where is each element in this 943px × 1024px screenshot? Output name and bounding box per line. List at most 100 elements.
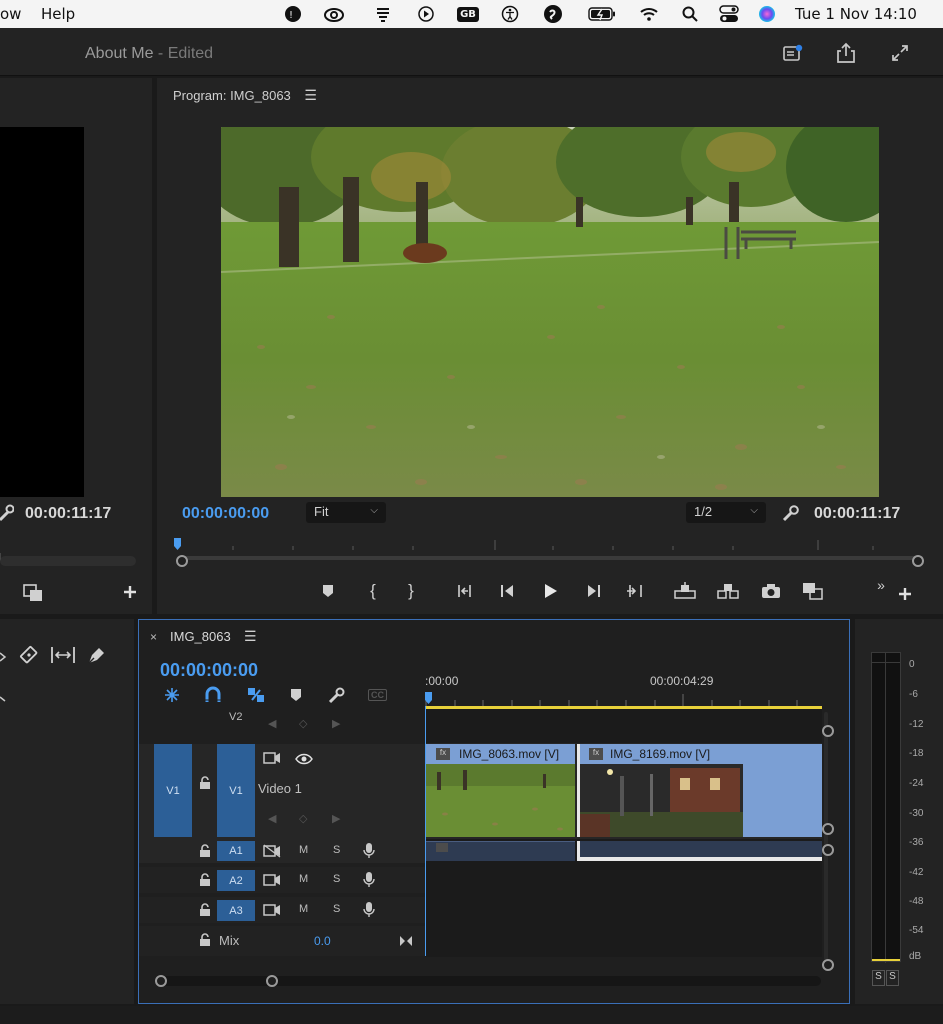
go-to-out-icon[interactable] (621, 578, 647, 604)
program-playhead-timecode[interactable]: 00:00:00:00 (182, 505, 269, 523)
more-controls-icon[interactable]: » (868, 572, 894, 598)
voiceover-mic-icon[interactable] (363, 842, 375, 864)
track-lock-icon[interactable] (199, 903, 211, 922)
playback-resolution-select[interactable]: 1/2 ⌵ (686, 502, 766, 523)
export-frame-icon[interactable] (22, 583, 44, 608)
track-lock-icon[interactable] (199, 933, 211, 952)
meter-solo-left[interactable]: S (872, 970, 885, 986)
program-ruler[interactable] (173, 536, 925, 556)
panel-menu-icon[interactable]: ☰ (244, 628, 257, 645)
comparison-view-icon[interactable] (800, 578, 826, 604)
hand-icon[interactable] (372, 4, 394, 24)
mix-volume-value[interactable]: 0.0 (314, 934, 331, 948)
program-settings-wrench-icon[interactable] (781, 503, 801, 528)
track-target-v1[interactable]: V1 (217, 744, 255, 837)
source-patch-v1[interactable]: V1 (154, 744, 192, 837)
play-icon[interactable] (415, 4, 437, 24)
sync-lock-icon[interactable] (263, 751, 281, 770)
program-zoom-handle-right[interactable] (912, 555, 924, 567)
audio-clip-2[interactable] (577, 841, 822, 861)
accessibility-icon[interactable] (499, 4, 521, 24)
source-settings-wrench-icon[interactable] (0, 504, 15, 527)
siri-icon[interactable] (756, 4, 778, 24)
notifications-icon[interactable] (780, 40, 806, 66)
export-frame-camera-icon[interactable] (758, 578, 784, 604)
source-scroll-bar[interactable] (0, 556, 136, 566)
step-back-icon[interactable] (495, 578, 521, 604)
source-add-button-icon[interactable] (122, 584, 138, 605)
track-lock-icon[interactable] (199, 873, 211, 892)
keyframe-next-icon[interactable]: ▶ (332, 812, 340, 825)
timeline-timecode[interactable]: 00:00:00:00 (160, 660, 258, 681)
solo-button[interactable]: S (333, 903, 340, 915)
bandwidth-icon[interactable]: ! (282, 4, 304, 24)
add-marker-icon[interactable] (290, 688, 302, 707)
program-zoom-handle-left[interactable] (176, 555, 188, 567)
nest-sequence-icon[interactable] (163, 686, 181, 709)
razor-tool-icon[interactable] (18, 644, 40, 671)
timeline-playhead-line[interactable] (425, 706, 426, 956)
sync-lock-icon[interactable] (263, 873, 281, 892)
step-forward-icon[interactable] (580, 578, 606, 604)
track-lock-icon[interactable] (199, 844, 211, 863)
lift-icon[interactable] (672, 578, 698, 604)
timeline-clip-2[interactable]: fx IMG_8169.mov [V] (577, 744, 822, 837)
slip-tool-icon[interactable] (50, 644, 76, 671)
source-ruler[interactable] (0, 548, 136, 561)
sequence-tab[interactable]: IMG_8063 (170, 629, 231, 644)
go-to-start-icon[interactable] (399, 934, 413, 952)
track-v2-label[interactable]: V2 (229, 711, 242, 723)
mute-button[interactable]: M (299, 903, 308, 915)
extract-icon[interactable] (715, 578, 741, 604)
add-marker-icon[interactable] (315, 578, 341, 604)
program-add-button-icon[interactable] (892, 581, 918, 607)
keyframe-prev-icon[interactable]: ◀ (268, 717, 276, 730)
menu-window[interactable]: ow (0, 5, 21, 23)
mute-button[interactable]: M (299, 844, 308, 856)
voiceover-mic-icon[interactable] (363, 901, 375, 923)
pen-tool-icon[interactable] (86, 644, 108, 671)
sync-lock-off-icon[interactable] (263, 844, 281, 863)
fullscreen-icon[interactable] (887, 40, 913, 66)
audio-clip-1[interactable] (425, 841, 575, 861)
panel-menu-icon[interactable]: ☰ (304, 87, 317, 103)
captions-icon[interactable]: CC (368, 689, 387, 701)
snap-magnet-icon[interactable] (205, 686, 221, 709)
timeline-vertical-scrollbar[interactable] (824, 712, 828, 962)
vscroll-handle-audio[interactable] (822, 844, 834, 856)
meter-solo-right[interactable]: S (886, 970, 899, 986)
wifi-icon[interactable] (638, 4, 660, 24)
track-target-a2[interactable]: A2 (217, 870, 255, 891)
linked-selection-icon[interactable] (246, 686, 266, 709)
timeline-horizontal-scrollbar[interactable] (159, 976, 821, 986)
mark-in-icon[interactable]: { (360, 578, 386, 604)
gb-icon[interactable]: GB (456, 4, 480, 24)
track-target-a3[interactable]: A3 (217, 900, 255, 921)
control-center-icon[interactable] (718, 4, 740, 24)
vscroll-handle-bottom[interactable] (822, 959, 834, 971)
timeline-clip-1[interactable]: fx IMG_8063.mov [V] (425, 744, 575, 837)
voiceover-mic-icon[interactable] (363, 871, 375, 893)
track-visibility-eye-icon[interactable] (295, 752, 313, 770)
fx-badge[interactable]: fx (436, 748, 450, 760)
share-icon[interactable] (833, 40, 859, 66)
track-target-a1[interactable]: A1 (217, 841, 255, 861)
creative-cloud-icon[interactable] (323, 4, 345, 24)
program-zoom-bar[interactable] (179, 556, 923, 560)
battery-icon[interactable] (587, 4, 617, 24)
vscroll-handle-mid[interactable] (822, 823, 834, 835)
ripple-edit-tool-icon[interactable] (0, 645, 8, 710)
track-v1-name[interactable]: Video 1 (258, 781, 302, 796)
shazam-icon[interactable] (542, 4, 564, 24)
menubar-clock[interactable]: Tue 1 Nov 14:10 (795, 5, 917, 23)
solo-button[interactable]: S (333, 873, 340, 885)
keyframe-next-icon[interactable]: ▶ (332, 717, 340, 730)
track-lock-icon[interactable] (199, 776, 211, 795)
keyframe-prev-icon[interactable]: ◀ (268, 812, 276, 825)
timeline-settings-wrench-icon[interactable] (328, 686, 346, 709)
program-monitor-tab[interactable]: Program: IMG_8063 ☰ (173, 87, 317, 104)
zoom-level-select[interactable]: Fit ⌵ (306, 502, 386, 523)
go-to-in-icon[interactable] (453, 578, 479, 604)
play-button-icon[interactable] (537, 578, 563, 604)
keyframe-add-icon[interactable]: ◇ (299, 717, 307, 730)
